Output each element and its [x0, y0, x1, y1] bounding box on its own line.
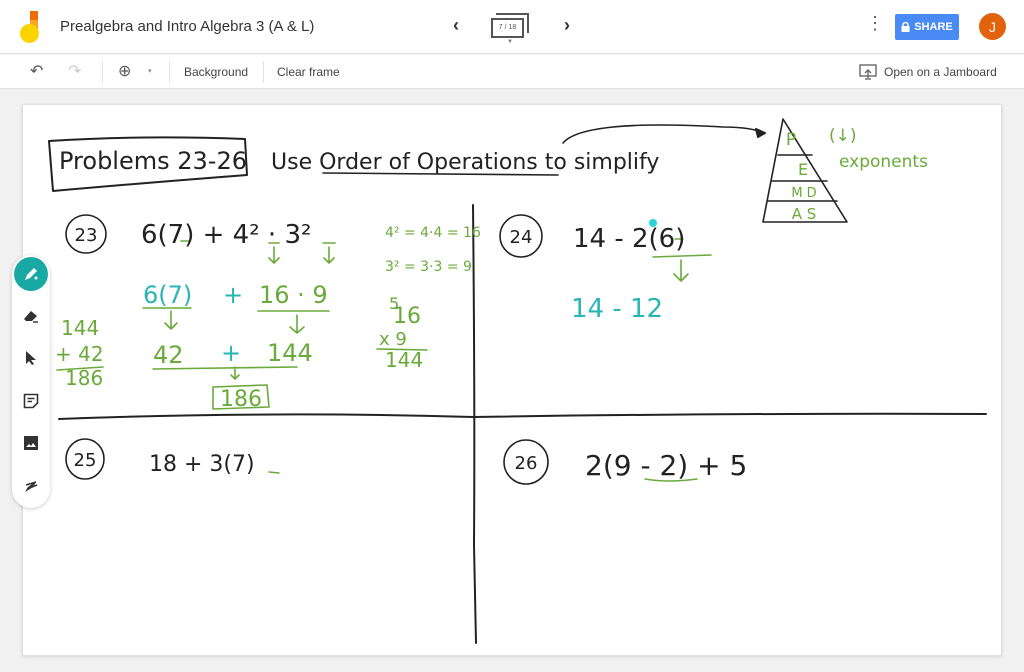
problem-24-expression: 14 - 2(6) — [573, 224, 685, 254]
p23-add-bottom: 186 — [65, 366, 103, 390]
toolbar-divider — [169, 61, 170, 83]
problem-26-number: 26 — [515, 453, 538, 474]
share-button[interactable]: SHARE — [895, 14, 959, 40]
cursor-arrow-icon — [26, 351, 36, 365]
problem-24-number: 24 — [510, 227, 533, 248]
pemdas-p: P — [786, 130, 796, 150]
underline-7-p25 — [268, 471, 280, 474]
more-options-button[interactable]: ⋮ — [866, 14, 884, 32]
problem-23-number: 23 — [75, 225, 98, 246]
sticky-note-tool[interactable] — [16, 386, 46, 416]
p23-answer: 186 — [220, 387, 262, 412]
previous-frame-button[interactable]: ‹ — [446, 15, 466, 36]
pen-tool[interactable] — [14, 257, 48, 291]
laser-pointer-icon — [25, 481, 38, 492]
jamboard-logo[interactable] — [18, 11, 44, 43]
toolbar: ↶ ↷ ⊕ ▾ Background Clear frame Open on a… — [0, 55, 1024, 89]
clear-frame-button[interactable]: Clear frame — [277, 65, 340, 79]
instruction-text: Use Order of Operations to simplify — [271, 150, 659, 175]
arrow-to-pemdas — [562, 124, 764, 144]
user-avatar[interactable]: J — [979, 13, 1006, 40]
zoom-icon[interactable]: ⊕ — [118, 61, 131, 81]
problem-23-expression: 6(7) + 4² · 3² — [141, 220, 311, 250]
laser-tool[interactable] — [16, 471, 46, 501]
sticky-note-icon — [23, 393, 39, 409]
background-button[interactable]: Background — [184, 65, 248, 79]
redo-icon[interactable]: ↷ — [68, 61, 81, 81]
pemdas-note-arrow: (↓) — [829, 126, 857, 146]
problem-23-side-1: 4² = 4·4 = 16 — [385, 225, 481, 241]
next-frame-button[interactable]: › — [557, 15, 577, 36]
undo-icon[interactable]: ↶ — [30, 61, 43, 81]
p23-add-top: 144 — [61, 316, 99, 340]
zoom-dropdown-icon[interactable]: ▾ — [148, 67, 152, 75]
p23-step1-right: 16 · 9 — [259, 281, 328, 309]
pemdas-md: M D — [791, 186, 816, 201]
problem-25-number: 25 — [74, 450, 97, 471]
board-drawing: Problems 23-26 Use Order of Operations t… — [48, 118, 987, 644]
down-arrow-16-9 — [257, 310, 330, 334]
p23-step2-left: 42 — [153, 341, 184, 369]
toolbar-divider — [102, 61, 103, 83]
p23-mult-top: 16 — [393, 304, 421, 329]
frame-count: 7 / 18 — [491, 18, 524, 38]
vertical-divider-line — [472, 204, 477, 644]
p23-step2-right: 144 — [267, 339, 313, 367]
p23-mult-mid: x 9 — [379, 329, 407, 350]
problem-26-expression: 2(9 - 2) + 5 — [585, 449, 747, 482]
whiteboard-canvas[interactable]: Problems 23-26 Use Order of Operations t… — [22, 104, 1002, 656]
frame-indicator[interactable]: 7 / 18 ▼ — [491, 13, 531, 45]
arrow-head — [755, 128, 766, 138]
p23-step1-left: 6(7) — [143, 281, 192, 309]
eraser-icon — [24, 311, 38, 323]
horizontal-divider-line — [58, 412, 987, 420]
p23-mult-bottom: 144 — [385, 348, 423, 372]
toolbar-divider — [263, 61, 264, 83]
tool-rail — [12, 255, 50, 508]
image-icon — [24, 436, 38, 450]
eraser-tool[interactable] — [16, 301, 46, 331]
select-tool[interactable] — [16, 343, 46, 373]
down-arrow-3 — [322, 242, 336, 264]
down-arrow-6-7 — [142, 307, 192, 330]
pemdas-note-exponents: exponents — [839, 152, 928, 172]
cast-to-jamboard-icon[interactable] — [859, 64, 877, 80]
pemdas-as: A S — [792, 205, 817, 223]
problem-23-side-2: 3² = 3·3 = 9 — [385, 259, 472, 275]
chevron-down-icon: ▼ — [507, 39, 513, 45]
open-on-jamboard-button[interactable]: Open on a Jamboard — [884, 65, 997, 79]
p23-step2-plus: + — [221, 339, 241, 367]
share-label: SHARE — [914, 21, 953, 33]
down-arrow-2-6 — [652, 254, 712, 282]
pemdas-e: E — [798, 160, 808, 179]
problem-24-step-1: 14 - 12 — [571, 294, 663, 324]
header-text: Problems 23-26 — [59, 147, 247, 175]
problem-25-expression: 18 + 3(7) — [149, 452, 255, 477]
p23-add-mid: + 42 — [55, 342, 104, 366]
pen-icon — [25, 268, 38, 280]
app-header: Prealgebra and Intro Algebra 3 (A & L) ‹… — [0, 0, 1024, 54]
lock-icon — [901, 22, 910, 32]
p23-step1-plus: + — [223, 281, 243, 309]
image-tool[interactable] — [16, 428, 46, 458]
document-title[interactable]: Prealgebra and Intro Algebra 3 (A & L) — [60, 18, 314, 35]
